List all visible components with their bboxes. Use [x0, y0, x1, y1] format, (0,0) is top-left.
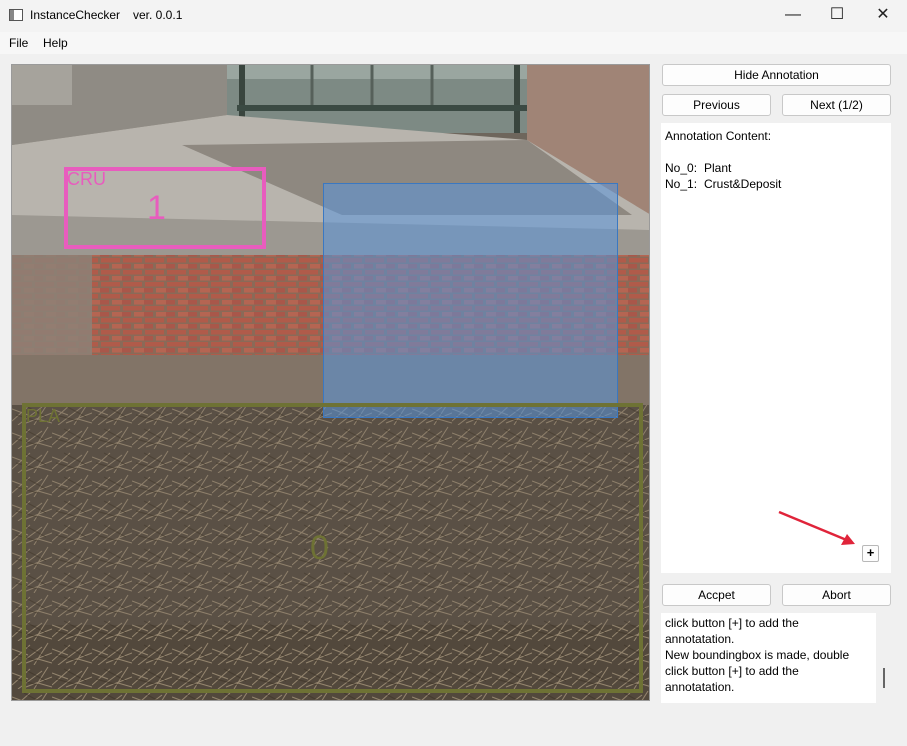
log-text: click button [+] to add the annotatation…	[665, 616, 850, 694]
menu-bar: File Help	[0, 32, 907, 54]
bbox-crust-index: 1	[147, 189, 166, 227]
annotation-id: No_0:	[665, 161, 698, 175]
bbox-new-selection[interactable]	[323, 183, 618, 418]
menu-help[interactable]: Help	[43, 36, 68, 50]
app-icon	[9, 9, 23, 21]
menu-file[interactable]: File	[9, 36, 28, 50]
abort-button[interactable]: Abort	[782, 584, 891, 606]
close-button[interactable]: ✕	[860, 0, 906, 32]
add-annotation-button[interactable]: +	[862, 545, 879, 562]
annotation-item: No_0: Plant	[665, 161, 731, 175]
maximize-button[interactable]: ☐	[814, 0, 860, 32]
log-scrollbar[interactable]	[883, 668, 885, 688]
previous-button[interactable]: Previous	[662, 94, 771, 116]
annotation-label: Crust&Deposit	[704, 177, 782, 191]
version-label: ver. 0.0.1	[133, 8, 183, 22]
annotation-item: No_1: Crust&Deposit	[665, 177, 781, 191]
bbox-plant-tag: PLA	[26, 406, 61, 426]
hide-annotation-button[interactable]: Hide Annotation	[662, 64, 891, 86]
pointer-arrow-icon	[778, 510, 855, 545]
accept-button[interactable]: Accpet	[662, 584, 771, 606]
bbox-plant-index: 0	[310, 529, 329, 567]
minimize-button[interactable]: —	[770, 0, 816, 32]
bbox-plant[interactable]	[22, 403, 643, 693]
bbox-crust-tag: CRU	[67, 169, 106, 189]
annotation-label: Plant	[704, 161, 732, 175]
annotation-id: No_1:	[665, 177, 698, 191]
log-output[interactable]: click button [+] to add the annotatation…	[661, 613, 876, 703]
title-bar: InstanceChecker ver. 0.0.1 — ☐ ✕	[0, 0, 907, 32]
annotation-header: Annotation Content:	[665, 129, 772, 143]
window-title: InstanceChecker	[30, 8, 121, 22]
image-canvas[interactable]: CRU 1 PLA 0	[11, 64, 650, 701]
next-button[interactable]: Next (1/2)	[782, 94, 891, 116]
